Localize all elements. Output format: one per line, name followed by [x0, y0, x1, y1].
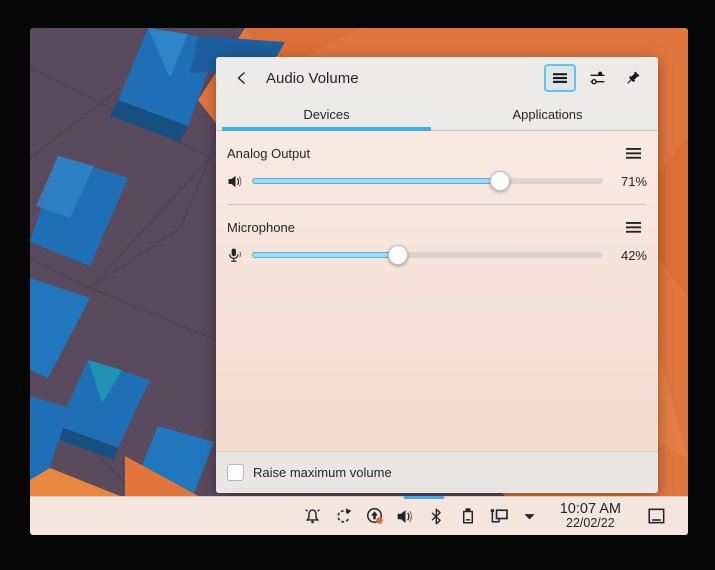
digital-clock[interactable]: 10:07 AM 22/02/22: [554, 500, 627, 531]
raise-maximum-volume-label: Raise maximum volume: [253, 465, 392, 480]
device-sync-icon: [337, 507, 352, 523]
device-row-analog-output: Analog Output 71%: [227, 143, 647, 191]
device-name: Analog Output: [227, 145, 311, 161]
slider-fill: [252, 171, 511, 191]
network-button[interactable]: [488, 505, 510, 527]
header-actions: [544, 64, 646, 92]
hamburger-menu-icon: [553, 73, 567, 83]
software-updates-button[interactable]: [364, 505, 386, 527]
clipboard-icon: [462, 508, 473, 524]
clock-time: 10:07 AM: [559, 500, 621, 517]
show-desktop-button[interactable]: [644, 501, 670, 531]
volume-percent-label: 42%: [620, 247, 647, 263]
desktop: Audio Volume Devices Applications Analog…: [30, 28, 688, 535]
volume-percent-label: 71%: [620, 173, 647, 189]
volume-slider-analog-output[interactable]: [252, 171, 603, 191]
hamburger-menu-button[interactable]: [544, 64, 576, 92]
back-button[interactable]: [228, 64, 256, 92]
clock-date: 22/02/22: [566, 516, 615, 531]
active-applet-indicator: [404, 496, 444, 499]
network-wired-icon: [490, 509, 508, 523]
audio-volume-icon: [397, 509, 413, 523]
hamburger-menu-icon: [625, 221, 641, 233]
notifications-bell-icon: [305, 508, 321, 523]
expand-tray-button[interactable]: [519, 505, 541, 527]
tab-devices-label: Devices: [303, 107, 350, 122]
system-tray: 10:07 AM 22/02/22: [302, 501, 688, 531]
pin-icon: [626, 71, 639, 84]
notifications-button[interactable]: [302, 505, 324, 527]
slider-handle[interactable]: [490, 171, 511, 191]
slider-fill: [252, 245, 409, 265]
back-icon: [237, 71, 245, 85]
hamburger-menu-icon: [625, 147, 641, 159]
device-menu-button[interactable]: [622, 143, 644, 163]
bluetooth-icon: [431, 508, 442, 524]
software-updates-icon: [366, 507, 383, 524]
device-menu-button[interactable]: [622, 217, 644, 237]
bluetooth-button[interactable]: [426, 505, 448, 527]
show-desktop-icon: [648, 508, 665, 524]
popup-header: Audio Volume: [216, 57, 658, 99]
pin-button[interactable]: [618, 64, 646, 92]
device-row-microphone: Microphone 42%: [227, 217, 647, 265]
device-name: Microphone: [227, 219, 295, 235]
tabbar: Devices Applications: [216, 99, 658, 131]
popup-title: Audio Volume: [266, 69, 359, 87]
audio-volume-popup: Audio Volume Devices Applications Analog…: [216, 57, 658, 493]
clipboard-button[interactable]: [457, 505, 479, 527]
taskbar: 10:07 AM 22/02/22: [30, 496, 688, 535]
expand-tray-chevron-icon: [524, 513, 535, 519]
devices-panel: Analog Output 71% Microphone 42%: [216, 131, 658, 451]
slider-track: [252, 245, 603, 265]
audio-volume-tray-button[interactable]: [395, 505, 417, 527]
tab-applications[interactable]: Applications: [437, 99, 658, 130]
device-sync-button[interactable]: [333, 505, 355, 527]
slider-handle[interactable]: [388, 245, 409, 265]
divider: [228, 204, 646, 205]
popup-footer: Raise maximum volume: [216, 451, 658, 493]
raise-maximum-volume-checkbox[interactable]: [227, 464, 244, 481]
mixer-settings-button[interactable]: [583, 64, 611, 92]
microphone-icon: [229, 248, 242, 262]
volume-slider-microphone[interactable]: [252, 245, 603, 265]
screenshot-frame: Audio Volume Devices Applications Analog…: [0, 0, 715, 570]
tab-devices[interactable]: Devices: [216, 99, 437, 131]
slider-track: [252, 171, 603, 191]
mixer-settings-icon: [590, 71, 604, 84]
speaker-icon: [228, 175, 242, 187]
tab-applications-label: Applications: [512, 107, 583, 122]
